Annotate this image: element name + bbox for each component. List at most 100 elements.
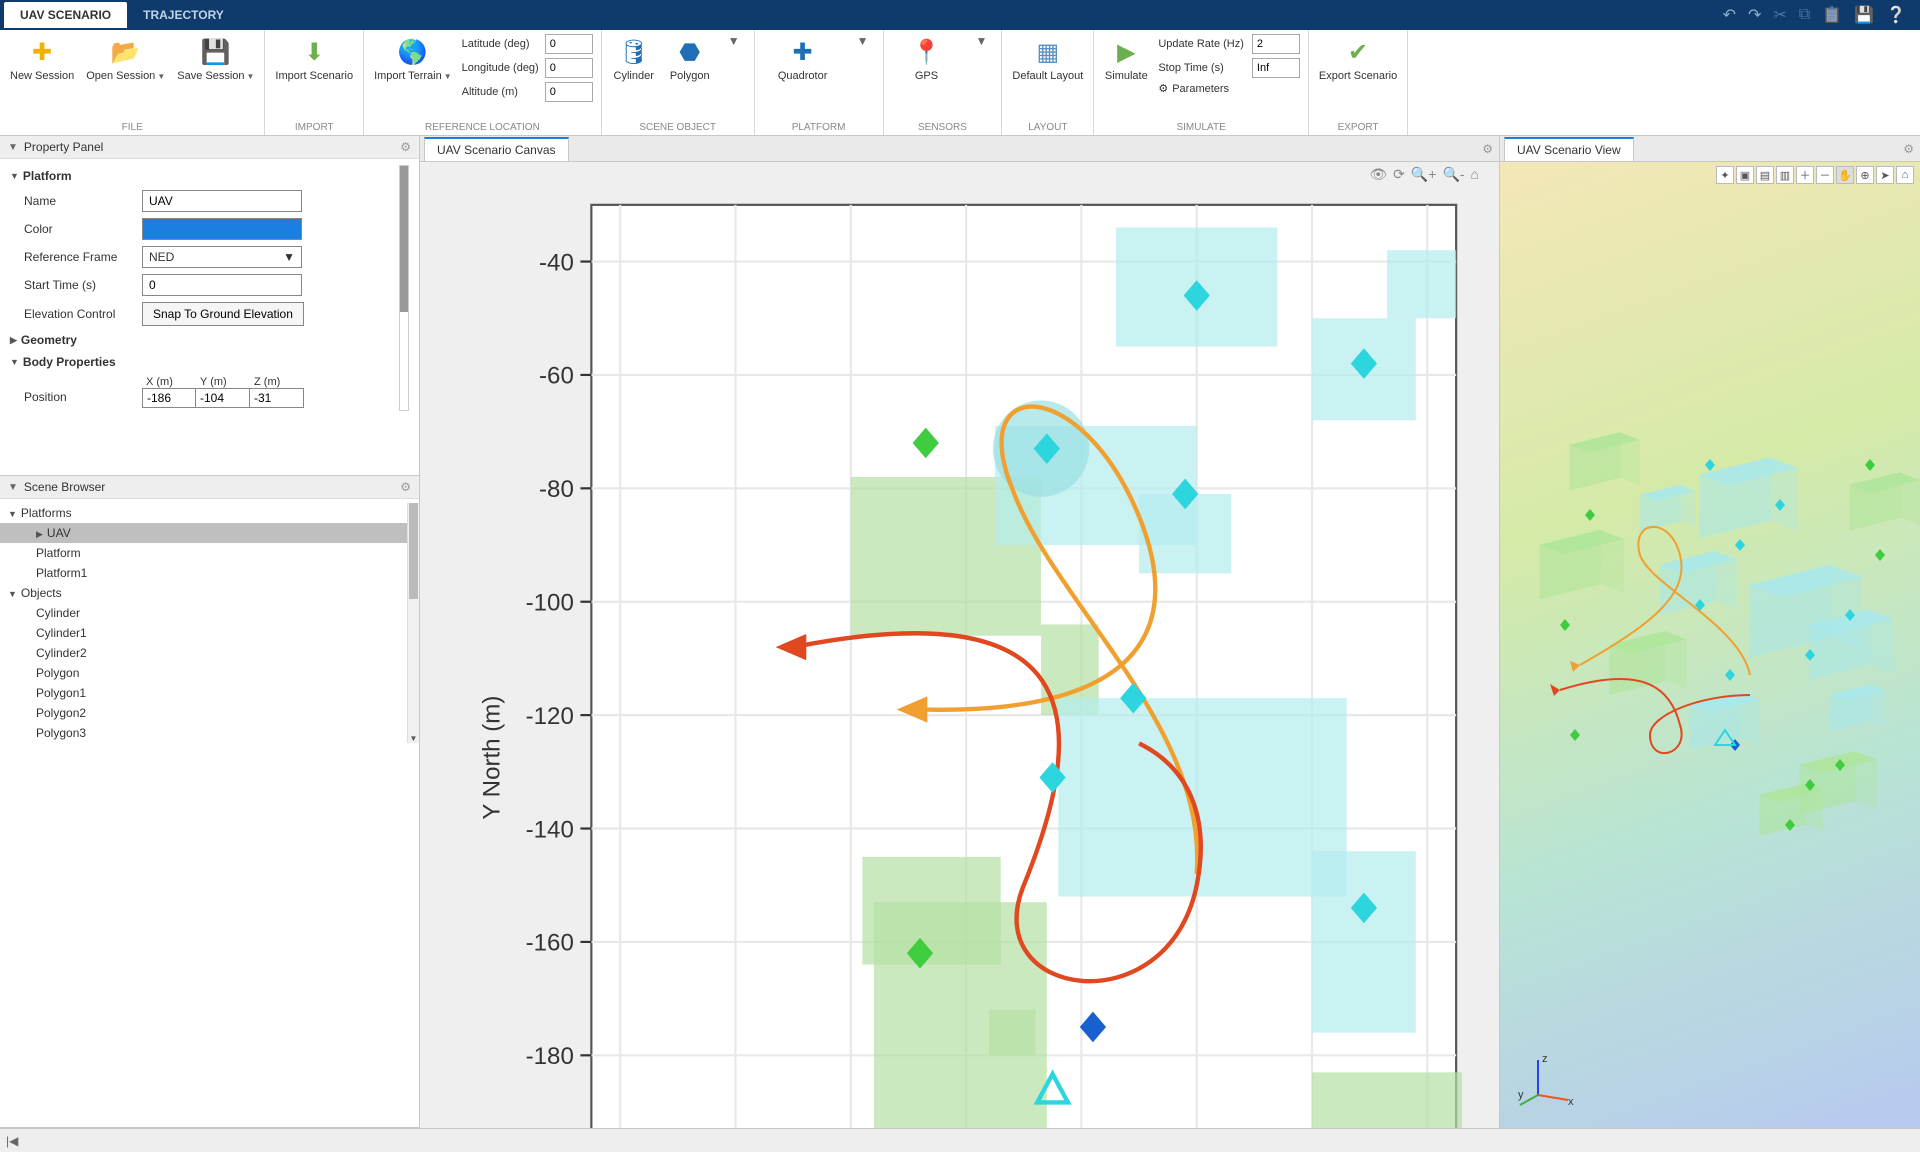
view-orbit-icon[interactable]: ⊕ — [1856, 166, 1874, 184]
section-geometry[interactable]: ▶Geometry — [10, 329, 393, 351]
view-axes-icon[interactable]: ✦ — [1716, 166, 1734, 184]
tree-cylinder1[interactable]: Cylinder1 — [0, 623, 407, 643]
view-tab[interactable]: UAV Scenario View — [1504, 137, 1634, 161]
tree-cylinder2[interactable]: Cylinder2 — [0, 643, 407, 663]
save-session-button[interactable]: 💾Save Session▼ — [175, 34, 256, 86]
default-layout-button[interactable]: ▦Default Layout — [1010, 34, 1085, 86]
tree-uav[interactable]: ▶UAV — [0, 523, 407, 543]
stop-time-input[interactable] — [1252, 58, 1300, 78]
import-terrain-button[interactable]: 🌎Import Terrain▼ — [372, 34, 454, 86]
check-icon: ✔ — [1344, 38, 1372, 66]
svg-text:-120: -120 — [526, 703, 574, 730]
svg-text:-140: -140 — [526, 816, 574, 843]
view-side-icon[interactable]: ▥ — [1776, 166, 1794, 184]
group-import-label: IMPORT — [295, 120, 334, 133]
view-fly-icon[interactable]: ➤ — [1876, 166, 1894, 184]
scenario-canvas[interactable]: 👁 ⟳ 🔍+ 🔍- ⌂ -180-160-140-120-100-80-60-4… — [420, 162, 1499, 1128]
z-header: Z (m) — [250, 376, 304, 388]
altitude-input[interactable] — [545, 82, 593, 102]
view-top-icon[interactable]: ▣ — [1736, 166, 1754, 184]
group-file-label: FILE — [122, 120, 143, 133]
group-scene-label: SCENE OBJECT — [639, 120, 716, 133]
svg-text:-160: -160 — [526, 930, 574, 957]
help-icon[interactable]: ❔ — [1886, 5, 1906, 25]
latitude-label: Latitude (deg) — [462, 38, 539, 50]
collapse-icon[interactable]: ▼ — [8, 142, 18, 153]
view-zoomin-icon[interactable]: ＋ — [1796, 166, 1814, 184]
svg-text:z: z — [1542, 1053, 1548, 1065]
refframe-select[interactable]: NED▼ — [142, 246, 302, 268]
zoom-out-icon[interactable]: 🔍- — [1442, 166, 1464, 183]
home-icon[interactable]: ⌂ — [1471, 166, 1479, 183]
axes-indicator: z x y — [1518, 1050, 1578, 1110]
tab-trajectory[interactable]: TRAJECTORY — [127, 2, 240, 28]
tree-polygon[interactable]: Polygon — [0, 663, 407, 683]
view-options-icon[interactable]: ⚙ — [1897, 142, 1920, 156]
svg-text:y: y — [1518, 1089, 1524, 1101]
simulate-button[interactable]: ▶Simulate — [1102, 34, 1150, 86]
tree-platform1[interactable]: Platform1 — [0, 563, 407, 583]
x-header: X (m) — [142, 376, 196, 388]
snap-elevation-button[interactable]: Snap To Ground Elevation — [142, 302, 304, 326]
scenario-3d-view[interactable]: ✦ ▣ ▤ ▥ ＋ － ✋ ⊕ ➤ ⌂ z x y — [1500, 162, 1920, 1128]
latitude-input[interactable] — [545, 34, 593, 54]
visibility-icon[interactable]: 👁 — [1369, 166, 1387, 183]
view-pan-icon[interactable]: ✋ — [1836, 166, 1854, 184]
tab-uav-scenario[interactable]: UAV SCENARIO — [4, 2, 127, 28]
canvas-tab[interactable]: UAV Scenario Canvas — [424, 137, 569, 161]
tree-polygon2[interactable]: Polygon2 — [0, 703, 407, 723]
section-platform[interactable]: ▼Platform — [10, 165, 393, 187]
tree-scrollbar[interactable]: ▲▼ — [407, 503, 419, 743]
import-scenario-button[interactable]: ⬇Import Scenario — [273, 34, 355, 86]
tree-polygon1[interactable]: Polygon1 — [0, 683, 407, 703]
cut-icon[interactable]: ✂ — [1773, 5, 1786, 25]
view-home-icon[interactable]: ⌂ — [1896, 166, 1914, 184]
save-icon[interactable]: 💾 — [1854, 5, 1874, 25]
property-scrollbar[interactable] — [399, 165, 409, 411]
zoom-in-icon[interactable]: 🔍+ — [1411, 166, 1437, 183]
svg-text:x: x — [1568, 1096, 1574, 1108]
scene-object-dropdown[interactable]: ▼ — [722, 34, 746, 48]
update-rate-input[interactable] — [1252, 34, 1300, 54]
section-body[interactable]: ▼Body Properties — [10, 351, 393, 373]
parameters-button[interactable]: ⚙Parameters — [1158, 82, 1300, 95]
copy-icon[interactable]: ⧉ — [1799, 6, 1810, 24]
panel-options-icon[interactable]: ⚙ — [400, 480, 411, 494]
platform-dropdown[interactable]: ▼ — [851, 34, 875, 48]
tree-platforms[interactable]: ▼Platforms — [0, 503, 407, 523]
redo-icon[interactable]: ↷ — [1748, 5, 1761, 25]
position-y-input[interactable] — [196, 388, 250, 408]
undo-icon[interactable]: ↶ — [1723, 5, 1736, 25]
export-scenario-button[interactable]: ✔Export Scenario — [1317, 34, 1399, 86]
collapse-icon[interactable]: ▼ — [8, 482, 18, 493]
tree-cylinder[interactable]: Cylinder — [0, 603, 407, 623]
polygon-button[interactable]: ⬣Polygon — [666, 34, 714, 86]
y-header: Y (m) — [196, 376, 250, 388]
name-input[interactable] — [142, 190, 302, 212]
color-picker[interactable] — [142, 218, 302, 240]
starttime-input[interactable] — [142, 274, 302, 296]
group-simulate-label: SIMULATE — [1176, 120, 1225, 133]
position-z-input[interactable] — [250, 388, 304, 408]
canvas-options-icon[interactable]: ⚙ — [1476, 142, 1499, 156]
sensors-dropdown[interactable]: ▼ — [970, 34, 994, 48]
new-session-button[interactable]: ✚New Session — [8, 34, 76, 86]
open-session-button[interactable]: 📂Open Session▼ — [84, 34, 167, 86]
view-zoomout-icon[interactable]: － — [1816, 166, 1834, 184]
rotate-icon[interactable]: ⟳ — [1393, 166, 1405, 183]
position-x-input[interactable] — [142, 388, 196, 408]
import-icon: ⬇ — [300, 38, 328, 66]
tree-platform[interactable]: Platform — [0, 543, 407, 563]
quadrotor-button[interactable]: ✚Quadrotor — [763, 34, 843, 86]
view-front-icon[interactable]: ▤ — [1756, 166, 1774, 184]
gps-button[interactable]: 📍GPS — [892, 34, 962, 86]
rewind-icon[interactable]: |◀ — [6, 1134, 18, 1148]
cylinder-button[interactable]: 🛢Cylinder — [610, 34, 658, 86]
tree-polygon3[interactable]: Polygon3 — [0, 723, 407, 743]
svg-text:-60: -60 — [539, 363, 574, 390]
quadrotor-icon: ✚ — [789, 38, 817, 66]
paste-icon[interactable]: 📋 — [1822, 5, 1842, 25]
tree-objects[interactable]: ▼Objects — [0, 583, 407, 603]
panel-options-icon[interactable]: ⚙ — [400, 140, 411, 154]
longitude-input[interactable] — [545, 58, 593, 78]
